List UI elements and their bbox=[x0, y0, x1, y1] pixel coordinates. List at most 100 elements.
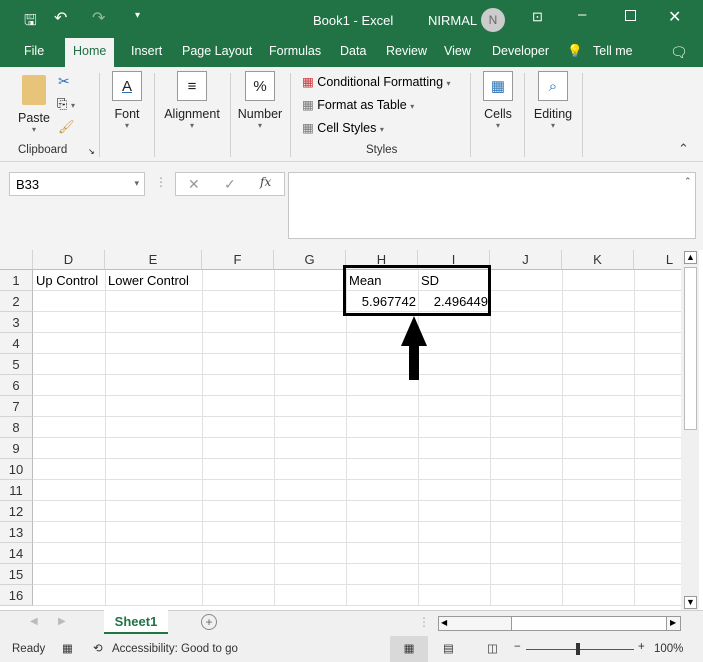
maximize-button[interactable] bbox=[625, 10, 636, 21]
insert-function-icon[interactable]: fx bbox=[260, 175, 271, 189]
tab-data[interactable]: Data bbox=[340, 44, 366, 58]
row-header[interactable]: 13 bbox=[0, 522, 33, 543]
select-all[interactable] bbox=[0, 250, 33, 270]
sheet-tab[interactable]: Sheet1 bbox=[104, 610, 168, 634]
minimize-button[interactable]: – bbox=[578, 6, 586, 23]
search-icon: ⌕ bbox=[538, 71, 568, 101]
dialog-launcher-icon[interactable]: ↘ bbox=[88, 147, 95, 156]
format-as-table-button[interactable]: ▦ Format as Table ▾ bbox=[302, 97, 414, 112]
paste-button[interactable]: Paste ▾ bbox=[14, 75, 54, 134]
row-header[interactable]: 15 bbox=[0, 564, 33, 585]
row-header[interactable]: 3 bbox=[0, 312, 33, 333]
gridline bbox=[33, 437, 681, 438]
alignment-button[interactable]: ≡ Alignment ▾ bbox=[160, 71, 224, 130]
tab-insert[interactable]: Insert bbox=[131, 44, 162, 58]
worksheet-grid[interactable]: D E F G H I J K L 1 2 3 4 5 6 7 8 9 10 11 12 13 14 15 1… bbox=[0, 250, 681, 606]
scroll-down-icon[interactable]: ▼ bbox=[684, 596, 697, 609]
row-header[interactable]: 7 bbox=[0, 396, 33, 417]
redo-icon[interactable]: ↷ bbox=[92, 8, 105, 28]
ribbon-display-icon[interactable]: ⊡ bbox=[532, 9, 543, 25]
zoom-slider-thumb[interactable] bbox=[576, 643, 580, 655]
copy-icon[interactable]: ⎘ ▾ bbox=[57, 96, 75, 112]
conditional-formatting-button[interactable]: ▦ Conditional Formatting ▾ bbox=[302, 74, 451, 89]
column-header[interactable]: F bbox=[202, 250, 274, 270]
tab-page-layout[interactable]: Page Layout bbox=[182, 44, 252, 58]
scroll-right-icon[interactable]: ▶ bbox=[670, 618, 676, 627]
row-header[interactable]: 1 bbox=[0, 270, 33, 291]
zoom-level[interactable]: 100% bbox=[654, 643, 683, 655]
row-header[interactable]: 6 bbox=[0, 375, 33, 396]
formula-input[interactable] bbox=[288, 172, 696, 239]
cells-label: Cells bbox=[484, 107, 512, 121]
save-icon[interactable]: 🖫 bbox=[24, 10, 37, 35]
accessibility-icon[interactable]: ⟲ bbox=[93, 641, 103, 655]
font-button[interactable]: A Font ▾ bbox=[106, 71, 148, 130]
macro-icon[interactable]: ▦ bbox=[62, 641, 73, 655]
row-header[interactable]: 12 bbox=[0, 501, 33, 522]
splitter-icon[interactable]: ⋮ bbox=[418, 615, 430, 629]
next-sheet-icon[interactable]: ▶ bbox=[58, 616, 66, 627]
tab-formulas[interactable]: Formulas bbox=[269, 44, 321, 58]
row-header[interactable]: 16 bbox=[0, 585, 33, 606]
editing-button[interactable]: ⌕ Editing ▾ bbox=[530, 71, 576, 130]
collapse-ribbon-icon[interactable]: ⌃ bbox=[678, 141, 689, 157]
page-layout-view-icon[interactable]: ▤ bbox=[443, 641, 454, 655]
normal-view-icon[interactable]: ▦ bbox=[390, 636, 428, 662]
accessibility-status[interactable]: Accessibility: Good to go bbox=[112, 643, 238, 655]
number-button[interactable]: % Number ▾ bbox=[235, 71, 285, 130]
row-header[interactable]: 9 bbox=[0, 438, 33, 459]
column-header[interactable]: L bbox=[634, 250, 681, 270]
cell-D1[interactable]: Up Control bbox=[36, 270, 98, 291]
row-header[interactable]: 14 bbox=[0, 543, 33, 564]
zoom-in-icon[interactable]: + bbox=[638, 641, 645, 653]
row-header[interactable]: 10 bbox=[0, 459, 33, 480]
cell-styles-button[interactable]: ▦ Cell Styles ▾ bbox=[302, 120, 384, 135]
undo-icon[interactable]: ↶ bbox=[54, 8, 67, 28]
horizontal-scroll-thumb[interactable] bbox=[511, 616, 667, 631]
tab-review[interactable]: Review bbox=[386, 44, 427, 58]
close-button[interactable]: ✕ bbox=[668, 7, 681, 27]
cell-E1[interactable]: Lower Control bbox=[108, 270, 189, 291]
horizontal-scrollbar[interactable]: ◀ ▶ bbox=[438, 616, 681, 631]
gridline bbox=[33, 374, 681, 375]
column-header[interactable]: G bbox=[274, 250, 346, 270]
customize-qat-icon[interactable]: ▾ bbox=[135, 10, 140, 21]
collapse-formula-icon[interactable]: ⌃ bbox=[684, 176, 692, 187]
zoom-slider[interactable] bbox=[526, 649, 634, 650]
add-sheet-icon[interactable]: + bbox=[201, 614, 217, 630]
column-header[interactable]: E bbox=[105, 250, 202, 270]
alignment-icon: ≡ bbox=[177, 71, 207, 101]
avatar[interactable]: N bbox=[481, 8, 505, 32]
row-header[interactable]: 8 bbox=[0, 417, 33, 438]
cells-button[interactable]: ▦ Cells ▾ bbox=[478, 71, 518, 130]
prev-sheet-icon[interactable]: ◀ bbox=[30, 616, 38, 627]
row-header[interactable]: 11 bbox=[0, 480, 33, 501]
zoom-out-icon[interactable]: − bbox=[514, 641, 521, 653]
tab-home[interactable]: Home bbox=[65, 38, 115, 67]
scroll-left-icon[interactable]: ◀ bbox=[441, 618, 447, 627]
vertical-scroll-thumb[interactable] bbox=[684, 267, 697, 430]
tab-developer[interactable]: Developer bbox=[492, 44, 549, 58]
column-header[interactable]: J bbox=[490, 250, 562, 270]
comments-icon[interactable]: 🗨 bbox=[670, 44, 688, 61]
format-painter-icon[interactable]: 🖌 bbox=[58, 119, 75, 135]
row-header[interactable]: 5 bbox=[0, 354, 33, 375]
page-break-view-icon[interactable]: ◫ bbox=[487, 641, 498, 655]
tab-view[interactable]: View bbox=[444, 44, 471, 58]
enter-icon[interactable]: ✓ bbox=[224, 176, 236, 193]
document-title: Book1 - Excel bbox=[313, 13, 394, 28]
name-box[interactable]: B33 ▾ bbox=[9, 172, 145, 196]
gridline bbox=[33, 542, 681, 543]
column-header[interactable]: K bbox=[562, 250, 634, 270]
row-header[interactable]: 2 bbox=[0, 291, 33, 312]
column-header[interactable]: D bbox=[33, 250, 105, 270]
cut-icon[interactable]: ✂ bbox=[58, 73, 70, 90]
gridline bbox=[33, 458, 681, 459]
cancel-icon[interactable]: ✕ bbox=[188, 176, 200, 193]
tab-file[interactable]: File bbox=[24, 44, 44, 58]
scroll-up-icon[interactable]: ▲ bbox=[684, 251, 697, 264]
row-header[interactable]: 4 bbox=[0, 333, 33, 354]
styles-group-label: Styles bbox=[366, 144, 398, 156]
vertical-scrollbar[interactable]: ▲ ▼ bbox=[681, 250, 699, 610]
tell-me[interactable]: Tell me bbox=[593, 44, 633, 58]
